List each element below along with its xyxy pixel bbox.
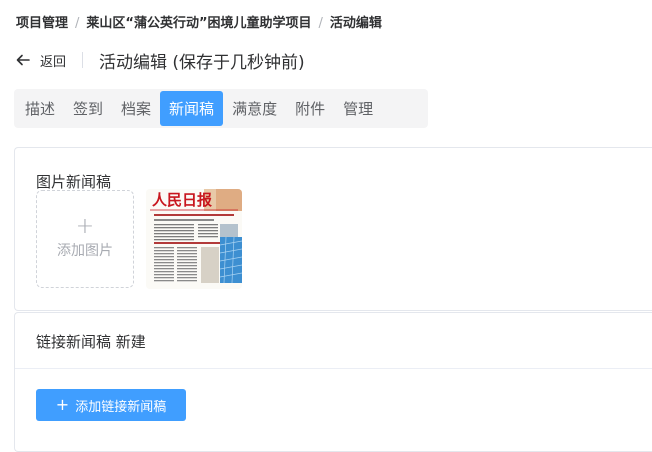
tab-satisfaction[interactable]: 满意度 — [223, 91, 286, 126]
page-title: 活动编辑 (保存于几秒钟前) — [99, 52, 305, 73]
page-header: 返回 活动编辑 (保存于几秒钟前) — [16, 48, 305, 73]
divider — [15, 368, 652, 369]
breadcrumb-separator: / — [318, 16, 323, 31]
back-button[interactable]: 返回 — [16, 51, 66, 70]
newspaper-masthead: 人民日报 — [152, 191, 212, 209]
tab-checkin[interactable]: 签到 — [64, 91, 112, 126]
tab-press-release[interactable]: 新闻稿 — [160, 91, 224, 126]
link-news-title: 链接新闻稿 新建 — [36, 333, 146, 351]
image-news-title: 图片新闻稿 — [36, 173, 112, 191]
breadcrumb-item-current: 活动编辑 — [329, 16, 382, 31]
arrow-left-icon — [16, 54, 30, 66]
tab-archive[interactable]: 档案 — [112, 91, 160, 126]
add-link-news-button[interactable]: + 添加链接新闻稿 — [36, 389, 186, 421]
breadcrumb: 项目管理 / 莱山区“蒲公英行动”困境儿童助学项目 / 活动编辑 — [16, 12, 382, 31]
link-news-card: 链接新闻稿 新建 + 添加链接新闻稿 — [14, 312, 652, 452]
plus-icon: + — [55, 395, 70, 414]
tab-bar: 描述 签到 档案 新闻稿 满意度 附件 管理 — [14, 89, 428, 128]
breadcrumb-item-projects[interactable]: 项目管理 — [16, 16, 68, 31]
news-image-thumbnail[interactable]: 人民日报 — [146, 189, 242, 289]
add-image-upload[interactable]: + 添加图片 — [36, 190, 134, 288]
breadcrumb-item-project[interactable]: 莱山区“蒲公英行动”困境儿童助学项目 — [86, 16, 311, 31]
add-image-label: 添加图片 — [57, 243, 113, 259]
tab-description[interactable]: 描述 — [16, 91, 64, 126]
breadcrumb-separator: / — [75, 16, 80, 31]
newspaper-image: 人民日报 — [146, 189, 242, 289]
header-divider — [82, 52, 84, 68]
tab-attachments[interactable]: 附件 — [286, 91, 334, 126]
back-label: 返回 — [40, 54, 67, 70]
tab-manage[interactable]: 管理 — [334, 91, 382, 126]
add-link-news-label: 添加链接新闻稿 — [75, 399, 167, 415]
image-news-card: 图片新闻稿 + 添加图片 人民日报 — [14, 147, 652, 311]
plus-icon: + — [75, 214, 95, 239]
